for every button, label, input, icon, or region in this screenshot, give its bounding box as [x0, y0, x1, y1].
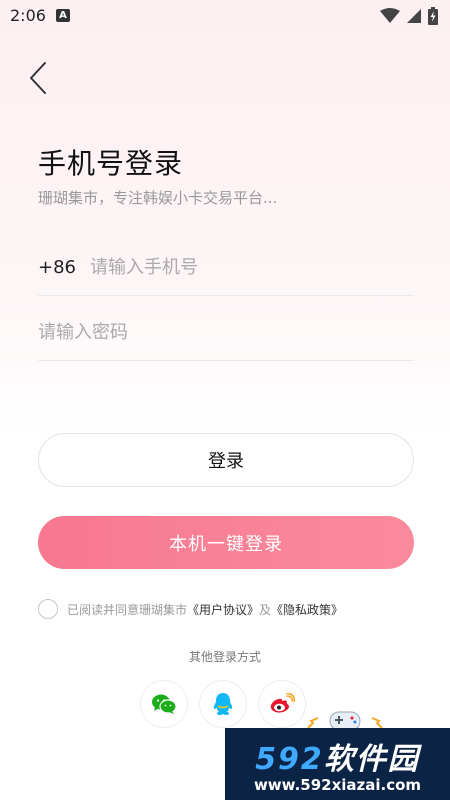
agreement-checkbox[interactable] [38, 599, 58, 619]
wechat-login-button[interactable] [140, 680, 188, 728]
chevron-left-icon [30, 62, 46, 94]
social-login-row [140, 680, 306, 728]
user-agreement-link[interactable]: 《用户协议》 [187, 601, 259, 618]
qq-login-button[interactable] [199, 680, 247, 728]
status-bar: 2:06 A [0, 0, 450, 32]
notification-icon: A [56, 9, 70, 22]
weibo-login-button[interactable] [258, 680, 306, 728]
status-indicators [380, 6, 438, 26]
onekey-login-button[interactable]: 本机一键登录 [38, 516, 414, 569]
weibo-icon [270, 693, 295, 713]
country-code[interactable]: +86 [38, 257, 76, 278]
signal-icon [407, 9, 421, 23]
agreement-prefix: 已阅读并同意珊瑚集市 [67, 602, 188, 617]
phone-field-row: +86 [38, 240, 414, 296]
watermark-url: www.592xiazai.com [253, 776, 422, 794]
back-button[interactable] [28, 56, 68, 100]
page-subtitle: 珊瑚集市，专注韩娱小卡交易平台... [38, 189, 278, 207]
phone-input[interactable] [90, 257, 414, 278]
password-input[interactable] [38, 321, 414, 343]
watermark-brand: 592软件园 [225, 734, 450, 778]
battery-icon [428, 7, 438, 25]
wechat-icon [152, 694, 177, 714]
other-login-label: 其他登录方式 [188, 650, 261, 664]
password-field-row [38, 304, 414, 361]
wifi-icon [380, 8, 400, 23]
watermark-brand-number: 592 [255, 742, 324, 777]
page-title: 手机号登录 [38, 147, 184, 180]
status-time: 2:06 [10, 6, 46, 25]
privacy-policy-link[interactable]: 《隐私政策》 [271, 601, 343, 618]
agreement-row: 已阅读并同意珊瑚集市 《用户协议》 及 《隐私政策》 [38, 597, 343, 621]
qq-icon [213, 693, 233, 716]
site-watermark: 592软件园 www.592xiazai.com [225, 728, 450, 800]
login-button[interactable]: 登录 [38, 433, 414, 487]
agreement-conjunction: 及 [259, 602, 272, 617]
watermark-brand-text: 软件园 [323, 742, 420, 777]
